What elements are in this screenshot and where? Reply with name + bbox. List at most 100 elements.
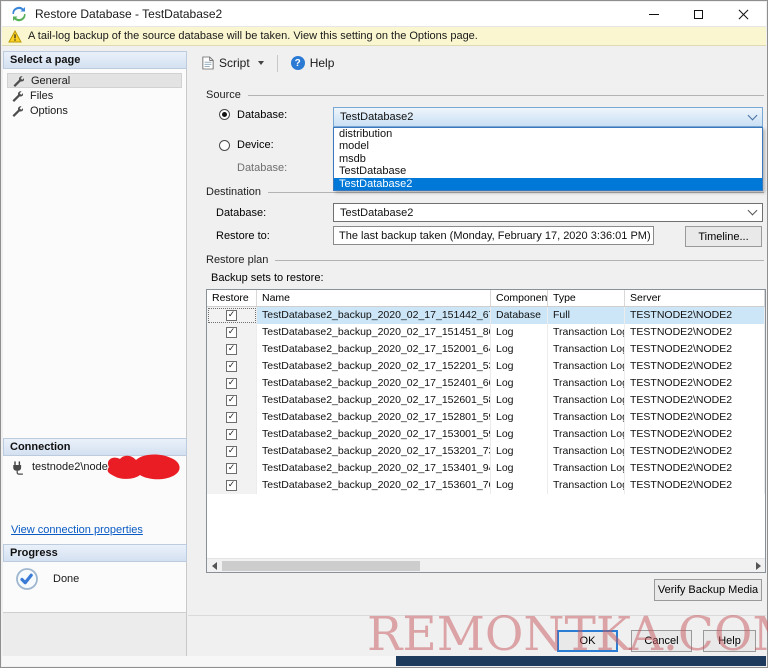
sidebar-page-label: General [31, 74, 71, 87]
restore-checkbox-cell[interactable] [207, 443, 257, 460]
checkbox-icon [226, 412, 237, 423]
server-cell: TESTNODE2\NODE2 [625, 460, 765, 477]
server-cell: TESTNODE2\NODE2 [625, 426, 765, 443]
window-title: Restore Database - TestDatabase2 [35, 7, 223, 21]
help-footer-button[interactable]: Help [703, 630, 756, 652]
verify-backup-media-button[interactable]: Verify Backup Media [654, 579, 762, 601]
done-check-icon [16, 568, 38, 590]
table-row[interactable]: TestDatabase2_backup_2020_02_17_152201_5… [207, 358, 765, 375]
server-cell: TESTNODE2\NODE2 [625, 375, 765, 392]
type-cell: Transaction Log [548, 409, 625, 426]
column-header-name[interactable]: Name [257, 290, 491, 306]
type-cell: Transaction Log [548, 375, 625, 392]
backup-name-cell: TestDatabase2_backup_2020_02_17_152401_6… [257, 375, 491, 392]
warning-banner: A tail-log backup of the source database… [2, 26, 766, 46]
restore-checkbox-cell[interactable] [207, 358, 257, 375]
type-cell: Transaction Log [548, 358, 625, 375]
chevron-down-icon [747, 205, 758, 216]
table-row[interactable]: TestDatabase2_backup_2020_02_17_152001_6… [207, 341, 765, 358]
table-row[interactable]: TestDatabase2_backup_2020_02_17_153601_7… [207, 477, 765, 494]
table-row[interactable]: TestDatabase2_backup_2020_02_17_151451_8… [207, 324, 765, 341]
table-row[interactable]: TestDatabase2_backup_2020_02_17_152601_5… [207, 392, 765, 409]
timeline-button[interactable]: Timeline... [685, 226, 762, 247]
restore-checkbox-cell[interactable] [207, 460, 257, 477]
horizontal-scrollbar[interactable] [207, 558, 765, 572]
type-cell: Transaction Log [548, 426, 625, 443]
destination-group-label: Destination [206, 186, 262, 198]
column-header-component[interactable]: Component [491, 290, 548, 306]
script-label: Script [219, 56, 250, 70]
window-controls [631, 2, 766, 26]
backup-sets-header: Restore Name Component Type Server [207, 290, 765, 307]
select-a-page-list: General Files Options [3, 73, 186, 118]
dropdown-option[interactable]: msdb [334, 153, 762, 165]
component-cell: Log [491, 341, 548, 358]
checkbox-icon [226, 378, 237, 389]
type-cell: Transaction Log [548, 443, 625, 460]
restore-checkbox-cell[interactable] [207, 477, 257, 494]
component-cell: Log [491, 392, 548, 409]
table-row[interactable]: TestDatabase2_backup_2020_02_17_153401_9… [207, 460, 765, 477]
database-radio[interactable] [219, 109, 230, 120]
source-group: Source [206, 89, 764, 101]
scrollbar-thumb[interactable] [222, 561, 420, 571]
script-icon [202, 56, 214, 70]
backup-name-cell: TestDatabase2_backup_2020_02_17_153201_7… [257, 443, 491, 460]
dropdown-option[interactable]: model [334, 140, 762, 152]
restore-to-field[interactable]: The last backup taken (Monday, February … [333, 226, 654, 245]
maximize-button[interactable] [676, 2, 721, 26]
dropdown-option[interactable]: TestDatabase2 [334, 177, 762, 190]
view-connection-properties-link[interactable]: View connection properties [11, 524, 143, 536]
scroll-left-arrow-icon[interactable] [207, 559, 221, 572]
sidebar-page-item[interactable]: General [7, 73, 182, 88]
restore-checkbox-cell[interactable] [207, 341, 257, 358]
dropdown-option[interactable]: TestDatabase [334, 165, 762, 177]
ok-button[interactable]: OK [557, 630, 618, 652]
server-cell: TESTNODE2\NODE2 [625, 409, 765, 426]
device-radio[interactable] [219, 140, 230, 151]
minimize-icon [648, 13, 659, 15]
checkbox-icon [226, 395, 237, 406]
column-header-type[interactable]: Type [548, 290, 625, 306]
script-dropdown-icon [257, 61, 264, 65]
table-row[interactable]: TestDatabase2_backup_2020_02_17_152401_6… [207, 375, 765, 392]
scroll-right-arrow-icon[interactable] [751, 559, 765, 572]
restore-checkbox-cell[interactable] [207, 375, 257, 392]
table-row[interactable]: TestDatabase2_backup_2020_02_17_151442_6… [207, 307, 765, 324]
minimize-button[interactable] [631, 2, 676, 26]
backup-name-cell: TestDatabase2_backup_2020_02_17_151451_8… [257, 324, 491, 341]
checkbox-icon [226, 344, 237, 355]
checkbox-icon [226, 463, 237, 474]
restore-checkbox-cell[interactable] [207, 392, 257, 409]
dropdown-option[interactable]: distribution [334, 128, 762, 140]
bottom-strip-light [2, 656, 396, 666]
column-header-restore[interactable]: Restore [207, 290, 257, 306]
checkbox-icon [226, 327, 237, 338]
restore-checkbox-cell[interactable] [207, 426, 257, 443]
restore-checkbox-cell[interactable] [207, 307, 257, 324]
close-button[interactable] [721, 2, 766, 26]
help-button[interactable]: Help [286, 53, 340, 73]
script-button[interactable]: Script [197, 53, 269, 73]
type-cell: Transaction Log [548, 324, 625, 341]
device-radio-label: Device: [237, 139, 274, 151]
table-row[interactable]: TestDatabase2_backup_2020_02_17_152801_5… [207, 409, 765, 426]
sidebar-page-item[interactable]: Files [7, 88, 182, 103]
select-a-page-header: Select a page [3, 51, 187, 69]
destination-database-combobox[interactable]: TestDatabase2 [333, 203, 763, 222]
column-header-server[interactable]: Server [625, 290, 765, 306]
help-icon [290, 56, 305, 70]
restore-checkbox-cell[interactable] [207, 409, 257, 426]
table-row[interactable]: TestDatabase2_backup_2020_02_17_153001_5… [207, 426, 765, 443]
database-dropdown-list: distribution model msdb TestDatabase Tes… [333, 127, 763, 191]
restore-to-value: The last backup taken (Monday, February … [339, 229, 651, 242]
sidebar-page-item[interactable]: Options [7, 103, 182, 118]
restore-checkbox-cell[interactable] [207, 324, 257, 341]
source-database-combobox[interactable]: TestDatabase2 [333, 107, 763, 127]
wrench-icon [12, 90, 23, 102]
table-row[interactable]: TestDatabase2_backup_2020_02_17_153201_7… [207, 443, 765, 460]
source-database-value: TestDatabase2 [340, 111, 414, 123]
checkbox-icon [226, 361, 237, 372]
cancel-button[interactable]: Cancel [631, 630, 692, 652]
backup-name-cell: TestDatabase2_backup_2020_02_17_152601_5… [257, 392, 491, 409]
